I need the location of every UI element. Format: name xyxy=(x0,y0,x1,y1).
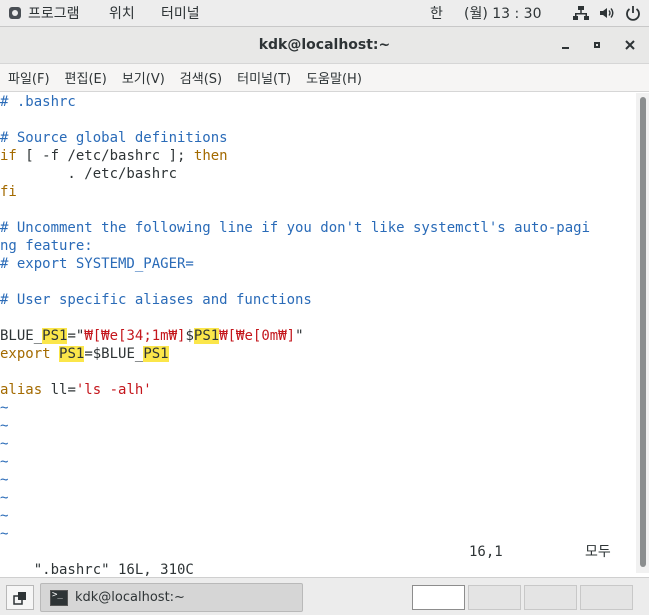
workspace-4[interactable] xyxy=(580,585,633,610)
terminal-view[interactable]: # .bashrc # Source global definitions if… xyxy=(0,93,636,578)
gnome-top-bar: 프로그램 위치 터미널 한 (월) 13 : 30 xyxy=(0,0,649,27)
input-method-indicator[interactable]: 한 xyxy=(430,4,443,22)
menu-help[interactable]: 도움말(H) xyxy=(306,68,362,87)
empty-line-marker: ~ xyxy=(0,454,9,470)
editor-line: BLUE_PS1="₩[₩e[34;1m₩]$PS1₩[₩e[0m₩]" xyxy=(0,328,304,344)
maximize-icon xyxy=(594,42,600,48)
search-match: PS1 xyxy=(59,346,85,362)
editor-line: if [ -f /etc/bashrc ]; then xyxy=(0,148,228,164)
menu-terminal[interactable]: 터미널(T) xyxy=(237,68,291,87)
terminal-icon xyxy=(50,589,68,606)
taskbar-item-label: kdk@localhost:~ xyxy=(75,590,185,605)
terminal-app-menu[interactable]: 터미널 xyxy=(161,4,200,22)
editor-line: fi xyxy=(0,184,17,200)
clock[interactable]: (월) 13 : 30 xyxy=(464,4,542,22)
empty-line-marker: ~ xyxy=(0,436,9,452)
workspace-3[interactable] xyxy=(524,585,577,610)
menu-edit[interactable]: 편집(E) xyxy=(65,68,107,87)
terminal-app-label: 터미널 xyxy=(161,6,200,22)
menubar: 파일(F) 편집(E) 보기(V) 검색(S) 터미널(T) 도움말(H) xyxy=(0,64,649,92)
editor-line: export PS1=$BLUE_PS1 xyxy=(0,346,169,362)
taskbar-item-terminal[interactable]: kdk@localhost:~ xyxy=(40,583,303,612)
empty-line-marker: ~ xyxy=(0,526,9,542)
terminal-scrollbar[interactable] xyxy=(636,93,649,573)
places-label: 위치 xyxy=(109,6,135,22)
close-button[interactable] xyxy=(622,37,638,53)
applications-label: 프로그램 xyxy=(28,6,80,22)
window-title: kdk@localhost:~ xyxy=(258,37,391,53)
vim-status-line: ".bashrc" 16L, 310C 16,1 모두 xyxy=(0,543,636,578)
editor-line: alias ll='ls -alh' xyxy=(0,382,152,398)
empty-line-marker: ~ xyxy=(0,472,9,488)
search-match: PS1 xyxy=(143,346,169,362)
system-tray[interactable] xyxy=(573,4,641,22)
editor-line: # export SYSTEMD_PAGER= xyxy=(0,256,194,272)
workspace-1[interactable] xyxy=(412,585,465,610)
editor-line: # Source global definitions xyxy=(0,130,228,146)
editor-line: # Uncomment the following line if you do… xyxy=(0,220,591,236)
editor-line: # .bashrc xyxy=(0,94,76,110)
search-match: PS1 xyxy=(42,328,68,344)
editor-line: ng feature: xyxy=(0,238,93,254)
network-icon xyxy=(573,5,589,21)
window-titlebar[interactable]: kdk@localhost:~ xyxy=(0,27,649,64)
show-desktop-button[interactable] xyxy=(6,585,34,610)
close-icon xyxy=(625,40,635,50)
window-list-bar: kdk@localhost:~ xyxy=(0,577,649,615)
status-cursor-position: 16,1 xyxy=(469,544,503,560)
power-icon xyxy=(625,5,641,21)
scrollbar-thumb[interactable] xyxy=(640,97,646,567)
show-desktop-icon xyxy=(13,591,26,605)
menu-view[interactable]: 보기(V) xyxy=(122,68,165,87)
editor-line: . /etc/bashrc xyxy=(0,166,178,182)
search-match: PS1 xyxy=(193,328,220,344)
menu-search[interactable]: 검색(S) xyxy=(180,68,222,87)
empty-line-marker: ~ xyxy=(0,490,9,506)
maximize-button[interactable] xyxy=(589,37,605,53)
applications-menu[interactable]: 프로그램 xyxy=(8,4,80,22)
menu-file[interactable]: 파일(F) xyxy=(8,68,50,87)
status-scroll-position: 모두 xyxy=(585,544,611,560)
status-file-info: ".bashrc" 16L, 310C xyxy=(33,562,194,578)
workspace-2[interactable] xyxy=(468,585,521,610)
empty-line-marker: ~ xyxy=(0,418,9,434)
empty-line-marker: ~ xyxy=(0,508,9,524)
empty-line-marker: ~ xyxy=(0,400,9,416)
editor-line: # User specific aliases and functions xyxy=(0,292,312,308)
minimize-icon xyxy=(561,47,569,49)
applications-icon xyxy=(8,6,22,20)
minimize-button[interactable] xyxy=(557,37,573,53)
volume-icon xyxy=(599,5,615,21)
places-menu[interactable]: 위치 xyxy=(109,4,135,22)
